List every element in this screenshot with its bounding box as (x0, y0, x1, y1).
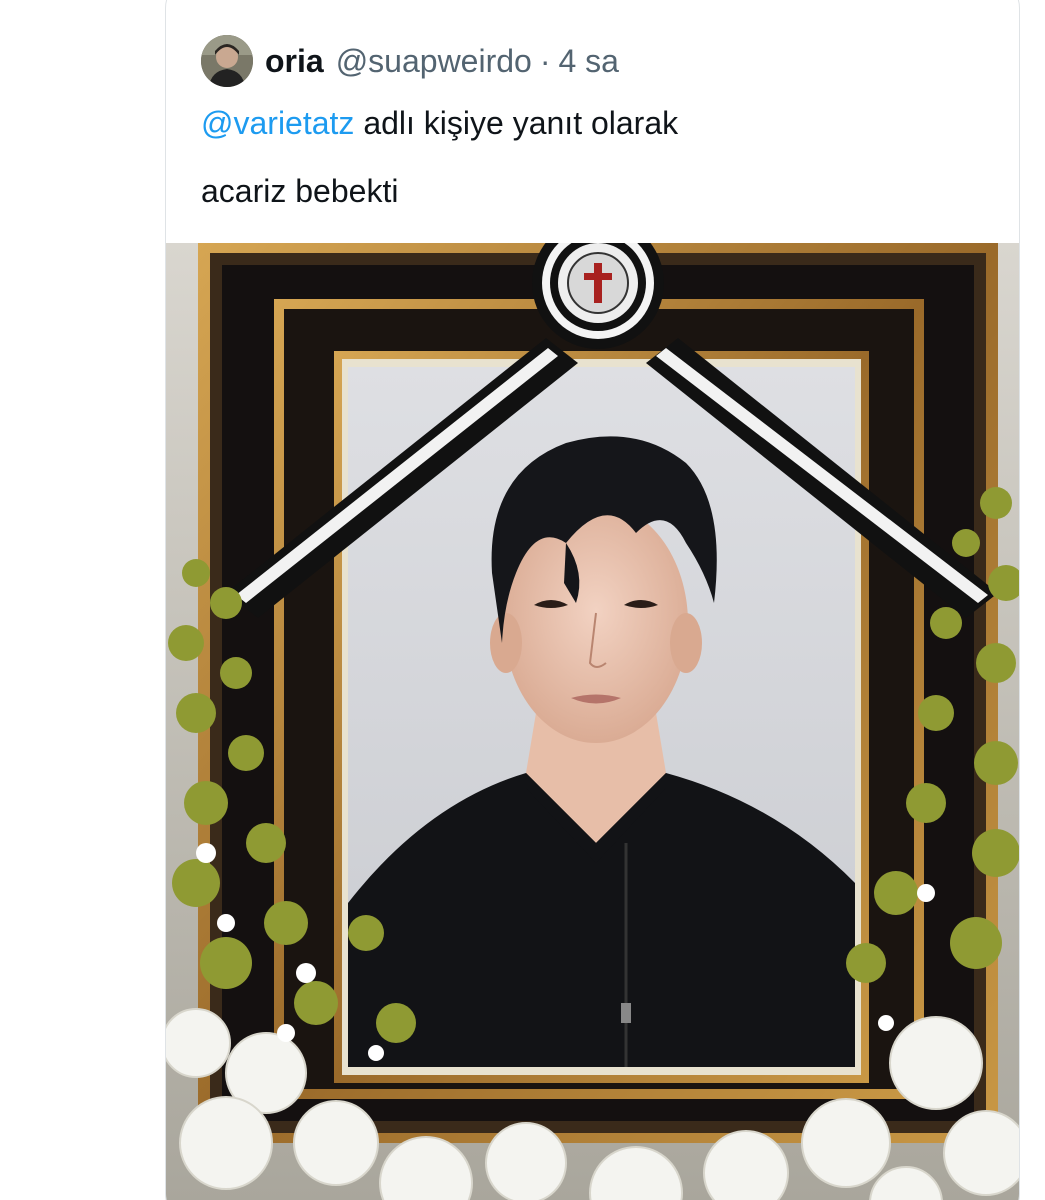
separator-dot: · (539, 42, 551, 79)
reply-mention-link[interactable]: @varietatz (201, 105, 354, 141)
display-name[interactable]: oria (265, 43, 324, 80)
timestamp[interactable]: 4 sa (558, 43, 618, 80)
memorial-portrait-photo (166, 243, 1019, 1200)
avatar[interactable] (201, 35, 253, 87)
avatar-image (201, 35, 253, 87)
page: oria @suapweirdo · 4 sa @varietatz adlı … (0, 0, 1045, 1200)
user-handle[interactable]: @suapweirdo (336, 43, 532, 80)
tweet-header: oria @suapweirdo · 4 sa (201, 30, 619, 92)
reply-context: @varietatz adlı kişiye yanıt olarak (201, 105, 678, 142)
tweet-text: acariz bebekti (201, 173, 399, 209)
reply-context-text: adlı kişiye yanıt olarak (354, 105, 679, 141)
tweet-media[interactable] (166, 243, 1019, 1200)
tweet-card[interactable]: oria @suapweirdo · 4 sa @varietatz adlı … (165, 0, 1020, 1200)
